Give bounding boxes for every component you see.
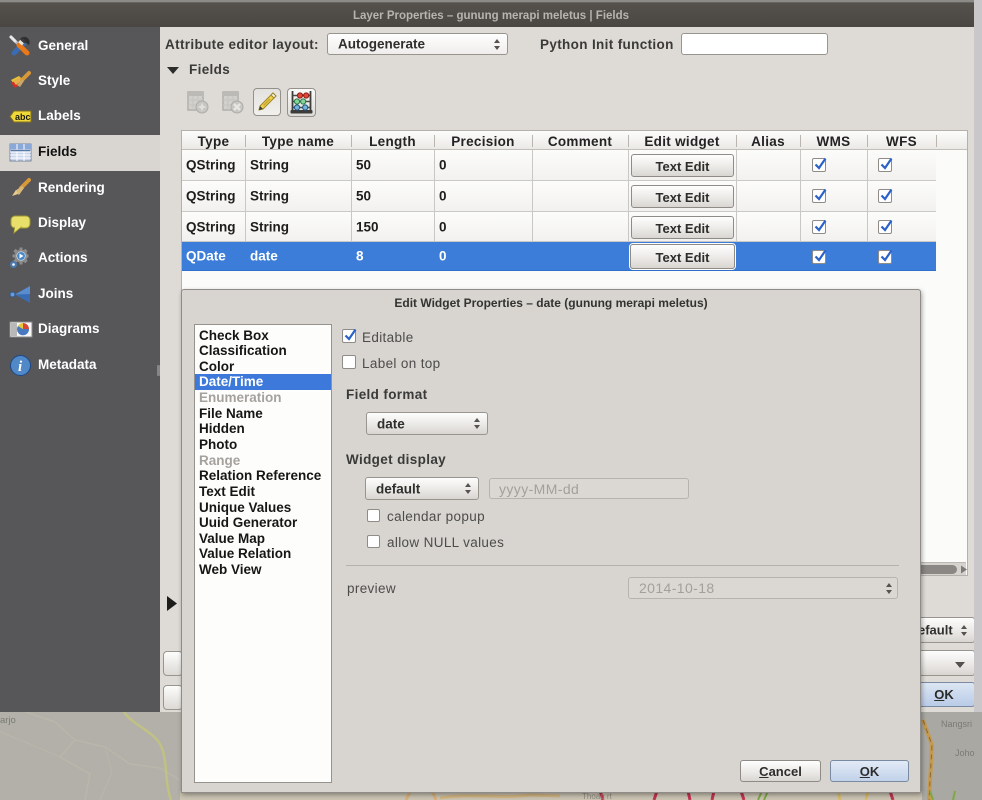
svg-text:abc: abc <box>15 112 31 122</box>
